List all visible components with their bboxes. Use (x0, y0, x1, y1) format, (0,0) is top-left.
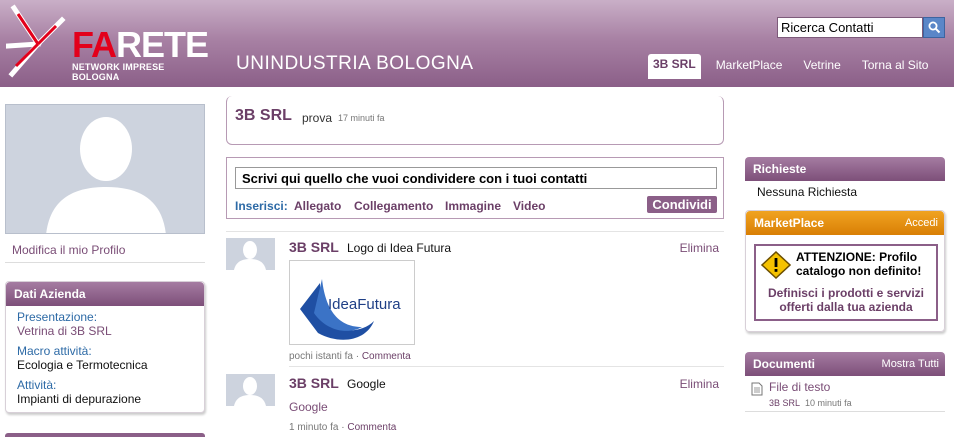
nav-back-to-site[interactable]: Torna al Sito (856, 55, 935, 79)
default-avatar-icon (46, 117, 166, 233)
site-name: UNINDUSTRIA BOLOGNA (236, 53, 474, 74)
insert-label: Inserisci: (235, 199, 288, 213)
search-icon (928, 21, 940, 34)
post-meta: 1 minuto fa · Commenta (289, 422, 397, 433)
post-author[interactable]: 3B SRL (289, 239, 339, 255)
requests-title: Richieste (745, 157, 945, 181)
top-header: FARETE NETWORK IMPRESE BOLOGNA UNINDUSTR… (0, 0, 954, 87)
post-time: pochi istanti fa (289, 351, 353, 362)
search-input[interactable] (777, 17, 923, 38)
post-avatar[interactable] (226, 374, 275, 406)
presentation-label: Presentazione: (17, 310, 98, 324)
delete-post-link[interactable]: Elimina (680, 377, 719, 391)
comment-link[interactable]: Commenta (347, 422, 396, 433)
requests-box: Richieste Nessuna Richiesta (745, 157, 945, 203)
post-image[interactable]: IdeaFutura (289, 260, 415, 345)
company-data-box: Dati Azienda Presentazione: Vetrina di 3… (5, 281, 205, 413)
documents-box: Documenti Mostra Tutti File di testo 3B … (745, 352, 945, 436)
default-avatar-icon (234, 377, 266, 406)
delete-post-link[interactable]: Elimina (680, 241, 719, 255)
post-text: Google (347, 377, 386, 391)
marketplace-header: MarketPlace Accedi (746, 211, 944, 235)
requests-empty-text: Nessuna Richiesta (757, 185, 858, 199)
post-image-text: IdeaFutura (328, 296, 401, 313)
divider (745, 411, 945, 412)
activity-label: Attività: (17, 378, 57, 392)
nav-vetrine[interactable]: Vetrine (797, 55, 846, 79)
divider (5, 262, 205, 263)
document-owner: 3B SRL (769, 398, 801, 408)
insert-video-link[interactable]: Video (513, 199, 545, 213)
macro-activity-label: Macro attività: (17, 344, 92, 358)
document-item: File di testo 3B SRL 10 minuti fa (745, 376, 945, 436)
marketplace-access-link[interactable]: Accedi (905, 217, 938, 229)
show-all-documents-link[interactable]: Mostra Tutti (882, 358, 939, 370)
document-meta: 3B SRL 10 minuti fa (769, 398, 852, 408)
status-box: 3B SRL prova 17 minuti fa (226, 96, 724, 145)
activity-value: Impianti di depurazione (17, 392, 142, 406)
document-name-link[interactable]: File di testo (769, 380, 830, 394)
insert-image-link[interactable]: Immagine (445, 199, 501, 213)
logo-title: FARETE (72, 24, 209, 65)
share-box: Inserisci: Allegato Collegamento Immagin… (226, 157, 724, 219)
nav-marketplace[interactable]: MarketPlace (710, 55, 789, 79)
default-avatar-icon (234, 241, 266, 270)
top-nav: 3B SRL MarketPlace Vetrine Torna al Sito (648, 54, 943, 79)
search-button[interactable] (923, 17, 945, 38)
presentation-link[interactable]: Vetrina di 3B SRL (17, 324, 204, 338)
status-message: prova (302, 111, 333, 125)
share-input[interactable] (235, 167, 717, 189)
profile-avatar[interactable] (5, 104, 205, 234)
post-link[interactable]: Google (289, 400, 328, 414)
documents-title: Documenti (753, 357, 816, 371)
company-data-title: Dati Azienda (6, 282, 204, 306)
status-author[interactable]: 3B SRL (235, 107, 292, 125)
post-time: 1 minuto fa (289, 422, 339, 433)
search-box (777, 17, 945, 38)
feed-post: 3B SRL Google Elimina Google 1 minuto fa… (226, 374, 724, 437)
text-file-icon (751, 382, 763, 396)
warning-text: ATTENZIONE: Profilo catalogo non definit… (796, 250, 922, 278)
macro-activity-value: Ecologia e Termotecnica (17, 358, 148, 372)
marketplace-box: MarketPlace Accedi ATTENZIONE: Profilo c… (745, 210, 945, 332)
nav-profile[interactable]: 3B SRL (648, 54, 701, 79)
farete-logo[interactable]: FARETE NETWORK IMPRESE BOLOGNA (6, 4, 209, 82)
insert-link-link[interactable]: Collegamento (354, 199, 433, 213)
define-catalog-link[interactable]: Definisci i prodotti e servizi offerti d… (760, 286, 932, 314)
warning-icon (761, 251, 791, 279)
edit-profile-link[interactable]: Modifica il mio Profilo (12, 243, 125, 257)
post-author[interactable]: 3B SRL (289, 375, 339, 391)
share-button[interactable]: Condividi (647, 196, 717, 213)
idea-futura-logo: IdeaFutura (300, 279, 401, 340)
divider (226, 231, 724, 232)
post-text: Logo di Idea Futura (347, 241, 452, 255)
documents-header: Documenti Mostra Tutti (745, 352, 945, 376)
feed-post: 3B SRL Logo di Idea Futura Elimina IdeaF… (226, 238, 724, 366)
insert-attachment-link[interactable]: Allegato (294, 199, 341, 213)
status-time: 17 minuti fa (338, 113, 385, 123)
comment-link[interactable]: Commenta (362, 351, 411, 362)
logo-subtitle: NETWORK IMPRESE BOLOGNA (72, 62, 165, 82)
post-avatar[interactable] (226, 238, 275, 270)
next-box-header (5, 433, 205, 437)
marketplace-title: MarketPlace (754, 216, 825, 230)
catalog-warning: ATTENZIONE: Profilo catalogo non definit… (754, 244, 938, 321)
post-meta: pochi istanti fa · Commenta (289, 351, 411, 362)
document-time: 10 minuti fa (805, 398, 852, 408)
divider (289, 366, 724, 367)
logo-burst-icon (6, 4, 66, 78)
